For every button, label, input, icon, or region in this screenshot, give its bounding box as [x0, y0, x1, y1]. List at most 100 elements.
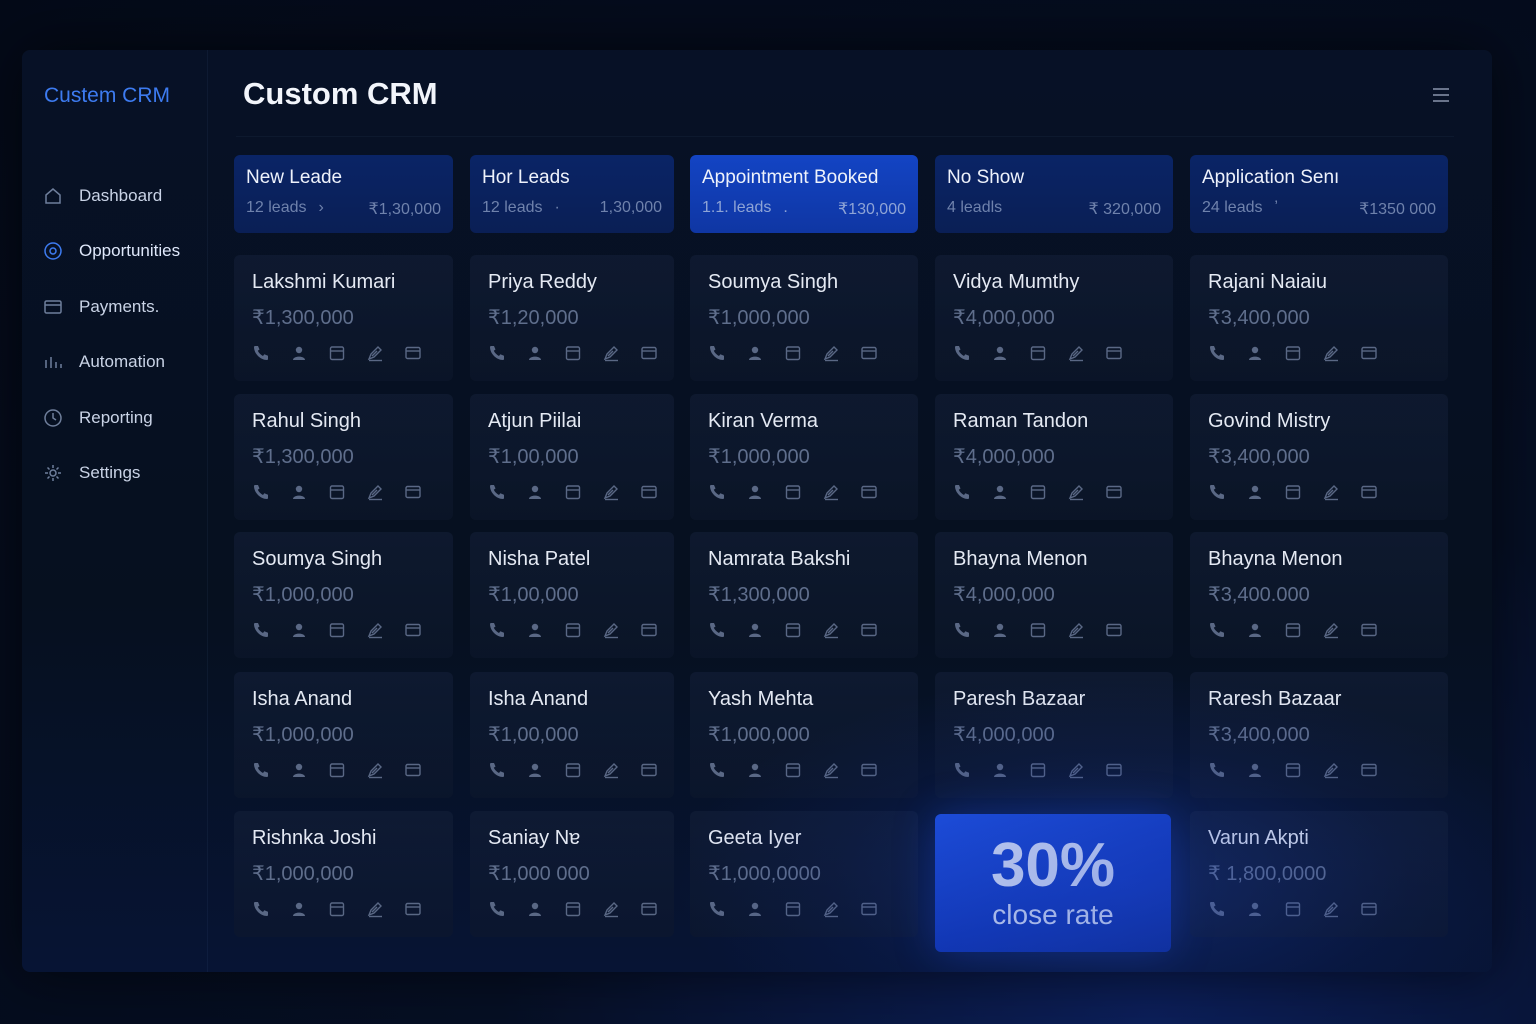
sidebar-item-opportunities[interactable]: Opportunities: [42, 224, 180, 280]
card-icon[interactable]: [404, 621, 422, 639]
card-icon[interactable]: [860, 483, 878, 501]
card-icon[interactable]: [1360, 900, 1378, 918]
calendar-icon[interactable]: [328, 483, 346, 501]
calendar-icon[interactable]: [564, 761, 582, 779]
lead-card[interactable]: Atjun Piilai ₹1,00,000: [470, 394, 674, 520]
calendar-icon[interactable]: [328, 344, 346, 362]
calendar-icon[interactable]: [784, 621, 802, 639]
person-icon[interactable]: [1246, 621, 1264, 639]
person-icon[interactable]: [746, 483, 764, 501]
calendar-icon[interactable]: [784, 344, 802, 362]
card-icon[interactable]: [640, 344, 658, 362]
edit-icon[interactable]: [1067, 621, 1085, 639]
edit-icon[interactable]: [366, 344, 384, 362]
calendar-icon[interactable]: [784, 761, 802, 779]
calendar-icon[interactable]: [328, 621, 346, 639]
edit-icon[interactable]: [366, 621, 384, 639]
lead-card[interactable]: Varun Akpti ₹ 1,800,0000: [1190, 811, 1448, 937]
card-icon[interactable]: [640, 761, 658, 779]
person-icon[interactable]: [290, 621, 308, 639]
phone-icon[interactable]: [953, 344, 971, 362]
edit-icon[interactable]: [366, 483, 384, 501]
edit-icon[interactable]: [822, 900, 840, 918]
calendar-icon[interactable]: [328, 900, 346, 918]
person-icon[interactable]: [526, 344, 544, 362]
person-icon[interactable]: [290, 761, 308, 779]
person-icon[interactable]: [991, 761, 1009, 779]
person-icon[interactable]: [746, 344, 764, 362]
lead-card[interactable]: Rahul Singh ₹1,300,000: [234, 394, 453, 520]
edit-icon[interactable]: [1067, 761, 1085, 779]
phone-icon[interactable]: [708, 621, 726, 639]
lead-card[interactable]: Nisha Patel ₹1,00,000: [470, 532, 674, 658]
calendar-icon[interactable]: [1284, 900, 1302, 918]
card-icon[interactable]: [860, 900, 878, 918]
card-icon[interactable]: [860, 621, 878, 639]
lead-card[interactable]: Geeta Iyer ₹1,000,0000: [690, 811, 918, 937]
person-icon[interactable]: [746, 900, 764, 918]
phone-icon[interactable]: [488, 621, 506, 639]
lead-card[interactable]: Isha Anand ₹1,00,000: [470, 672, 674, 798]
person-icon[interactable]: [526, 621, 544, 639]
sidebar-item-reporting[interactable]: Reporting: [42, 390, 180, 446]
card-icon[interactable]: [860, 344, 878, 362]
lead-card[interactable]: Saniay Nɐ ₹1,000 000: [470, 811, 674, 937]
lead-card[interactable]: Govind Mistry ₹3,400,000: [1190, 394, 1448, 520]
card-icon[interactable]: [1360, 761, 1378, 779]
calendar-icon[interactable]: [1029, 344, 1047, 362]
lead-card[interactable]: Yash Mehta ₹1,000,000: [690, 672, 918, 798]
card-icon[interactable]: [404, 900, 422, 918]
hamburger-menu-icon[interactable]: [1432, 86, 1450, 104]
phone-icon[interactable]: [252, 483, 270, 501]
lead-card[interactable]: Namrata Bakshi ₹1,300,000: [690, 532, 918, 658]
edit-icon[interactable]: [1322, 900, 1340, 918]
lead-card[interactable]: Soumya Singh ₹1,000,000: [690, 255, 918, 381]
edit-icon[interactable]: [822, 761, 840, 779]
brand-logo[interactable]: Custem CRM: [44, 84, 170, 108]
calendar-icon[interactable]: [564, 483, 582, 501]
edit-icon[interactable]: [1322, 761, 1340, 779]
phone-icon[interactable]: [252, 344, 270, 362]
phone-icon[interactable]: [252, 761, 270, 779]
calendar-icon[interactable]: [564, 900, 582, 918]
edit-icon[interactable]: [822, 621, 840, 639]
lead-card[interactable]: Bhayna Menon ₹3,400.000: [1190, 532, 1448, 658]
lead-card[interactable]: Raman Tandon ₹4,000,000: [935, 394, 1173, 520]
sidebar-item-settings[interactable]: Settings: [42, 446, 180, 502]
phone-icon[interactable]: [953, 483, 971, 501]
card-icon[interactable]: [640, 483, 658, 501]
person-icon[interactable]: [746, 621, 764, 639]
lead-card[interactable]: Raresh Bazaar ₹3,400,000: [1190, 672, 1448, 798]
edit-icon[interactable]: [602, 344, 620, 362]
phone-icon[interactable]: [953, 621, 971, 639]
person-icon[interactable]: [290, 483, 308, 501]
person-icon[interactable]: [290, 344, 308, 362]
edit-icon[interactable]: [822, 344, 840, 362]
person-icon[interactable]: [991, 344, 1009, 362]
edit-icon[interactable]: [602, 761, 620, 779]
person-icon[interactable]: [526, 900, 544, 918]
sidebar-item-dashboard[interactable]: Dashboard: [42, 168, 180, 224]
person-icon[interactable]: [991, 621, 1009, 639]
lead-card[interactable]: Vidya Mumthy ₹4,000,000: [935, 255, 1173, 381]
card-icon[interactable]: [640, 900, 658, 918]
calendar-icon[interactable]: [784, 900, 802, 918]
person-icon[interactable]: [746, 761, 764, 779]
stage-header[interactable]: Hor Leads 12 leads · 1,30,000: [470, 155, 674, 233]
calendar-icon[interactable]: [1284, 621, 1302, 639]
sidebar-item-automation[interactable]: Automation: [42, 335, 180, 391]
edit-icon[interactable]: [1067, 344, 1085, 362]
lead-card[interactable]: Bhayna Menon ₹4,000,000: [935, 532, 1173, 658]
edit-icon[interactable]: [602, 900, 620, 918]
phone-icon[interactable]: [488, 900, 506, 918]
phone-icon[interactable]: [1208, 483, 1226, 501]
phone-icon[interactable]: [252, 900, 270, 918]
person-icon[interactable]: [1246, 483, 1264, 501]
phone-icon[interactable]: [708, 900, 726, 918]
card-icon[interactable]: [1105, 621, 1123, 639]
edit-icon[interactable]: [1322, 621, 1340, 639]
edit-icon[interactable]: [602, 483, 620, 501]
person-icon[interactable]: [526, 483, 544, 501]
phone-icon[interactable]: [1208, 344, 1226, 362]
card-icon[interactable]: [1360, 483, 1378, 501]
